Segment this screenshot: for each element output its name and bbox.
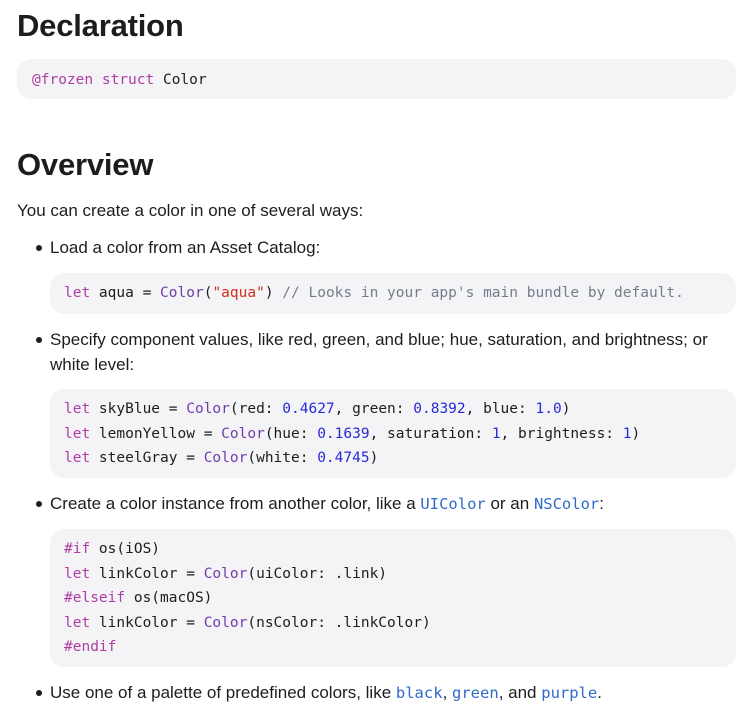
code-keyword: let	[64, 401, 91, 417]
code-attribute: @frozen	[32, 72, 94, 88]
code-type: Color	[160, 285, 204, 301]
green-link[interactable]: green	[452, 684, 499, 702]
text: ,	[442, 683, 453, 702]
code-keyword: let	[64, 285, 91, 301]
code-directive: #elseif	[64, 590, 126, 607]
code-line: #endif	[64, 635, 736, 660]
code-keyword: let	[64, 450, 91, 467]
code-type: Color	[186, 401, 230, 417]
code-line: let linkColor = Color(nsColor: .linkColo…	[64, 611, 736, 636]
text: Create a color instance from another col…	[50, 494, 421, 513]
code-arg: , green:	[334, 401, 414, 417]
declaration-code-block: @frozen struct Color	[17, 59, 736, 99]
code-text: (nsColor: .linkColor)	[247, 614, 431, 631]
code-text: os(macOS)	[125, 590, 213, 607]
bullet-icon	[36, 245, 42, 251]
text: .	[597, 683, 602, 702]
code-identifier: lemonYellow =	[90, 425, 222, 442]
list-item-text: Use one of a palette of predefined color…	[50, 680, 730, 706]
uicolor-link[interactable]: UIColor	[420, 495, 485, 513]
code-number: 0.8392	[413, 401, 466, 417]
code-line: #elseif os(macOS)	[64, 586, 736, 611]
text: :	[599, 494, 604, 513]
list-item-text: Create a color instance from another col…	[50, 491, 730, 517]
bullet-icon	[36, 690, 42, 696]
code-number: 0.4627	[282, 401, 335, 417]
code-identifier: skyBlue =	[90, 401, 187, 417]
code-directive: #endif	[64, 639, 117, 656]
nscolor-link[interactable]: NSColor	[534, 495, 599, 513]
code-keyword: struct	[101, 72, 155, 88]
text: or an	[485, 494, 534, 513]
list-item-text: Specify component values, like red, gree…	[50, 330, 708, 374]
code-arg: , brightness:	[500, 425, 623, 442]
code-identifier: linkColor =	[90, 565, 204, 582]
code-number: 1	[622, 425, 632, 442]
code-number: 0.4745	[317, 450, 370, 467]
code-type: Color	[203, 450, 248, 467]
overview-intro: You can create a color in one of several…	[17, 201, 364, 220]
code-text: os(iOS)	[90, 541, 161, 557]
code-block-component-values: let skyBlue = Color(red: 0.4627, green: …	[50, 389, 736, 478]
code-line: let aqua = Color("aqua") // Looks in you…	[64, 281, 736, 306]
code-keyword: let	[64, 565, 91, 582]
code-comment: // Looks in your app's main bundle by de…	[282, 285, 684, 301]
code-line: @frozen struct Color	[32, 68, 736, 93]
code-type: Color	[203, 565, 248, 582]
code-directive: #if	[64, 541, 91, 557]
code-punct: )	[631, 425, 641, 442]
code-keyword: let	[64, 614, 91, 631]
code-punct: )	[561, 401, 571, 417]
code-line: let skyBlue = Color(red: 0.4627, green: …	[64, 397, 736, 422]
code-block-asset-catalog: let aqua = Color("aqua") // Looks in you…	[50, 273, 736, 314]
code-arg: (hue:	[264, 425, 318, 442]
code-line: let steelGray = Color(white: 0.4745)	[64, 446, 736, 471]
black-link[interactable]: black	[396, 684, 443, 702]
code-line: #if os(iOS)	[64, 537, 736, 562]
code-arg: , saturation:	[369, 425, 492, 442]
declaration-heading: Declaration	[17, 8, 184, 43]
code-line: let lemonYellow = Color(hue: 0.1639, sat…	[64, 422, 736, 447]
code-number: 1.0	[535, 401, 562, 417]
code-number: 1	[491, 425, 501, 442]
bullet-icon	[36, 501, 42, 507]
text: Use one of a palette of predefined color…	[50, 683, 396, 702]
code-arg: , blue:	[465, 401, 536, 417]
code-identifier: steelGray =	[90, 450, 204, 467]
code-type-name: Color	[162, 72, 207, 88]
code-line: let linkColor = Color(uiColor: .link)	[64, 562, 736, 587]
list-item-text: Load a color from an Asset Catalog:	[50, 238, 321, 257]
code-type: Color	[203, 614, 248, 631]
code-punct: )	[264, 285, 283, 301]
code-identifier: linkColor =	[90, 614, 204, 631]
code-text: (uiColor: .link)	[247, 565, 388, 582]
code-punct: )	[369, 450, 379, 467]
code-type: Color	[221, 425, 265, 442]
code-arg: (red:	[229, 401, 283, 417]
overview-heading: Overview	[17, 147, 154, 182]
text: , and	[498, 683, 542, 702]
purple-link[interactable]: purple	[541, 684, 597, 702]
code-number: 0.1639	[317, 425, 370, 442]
code-string: "aqua"	[212, 285, 265, 301]
bullet-icon	[36, 337, 42, 343]
code-identifier: aqua =	[90, 285, 161, 301]
code-keyword: let	[64, 425, 91, 442]
code-block-platform-color: #if os(iOS) let linkColor = Color(uiColo…	[50, 529, 736, 667]
code-arg: (white:	[247, 450, 318, 467]
